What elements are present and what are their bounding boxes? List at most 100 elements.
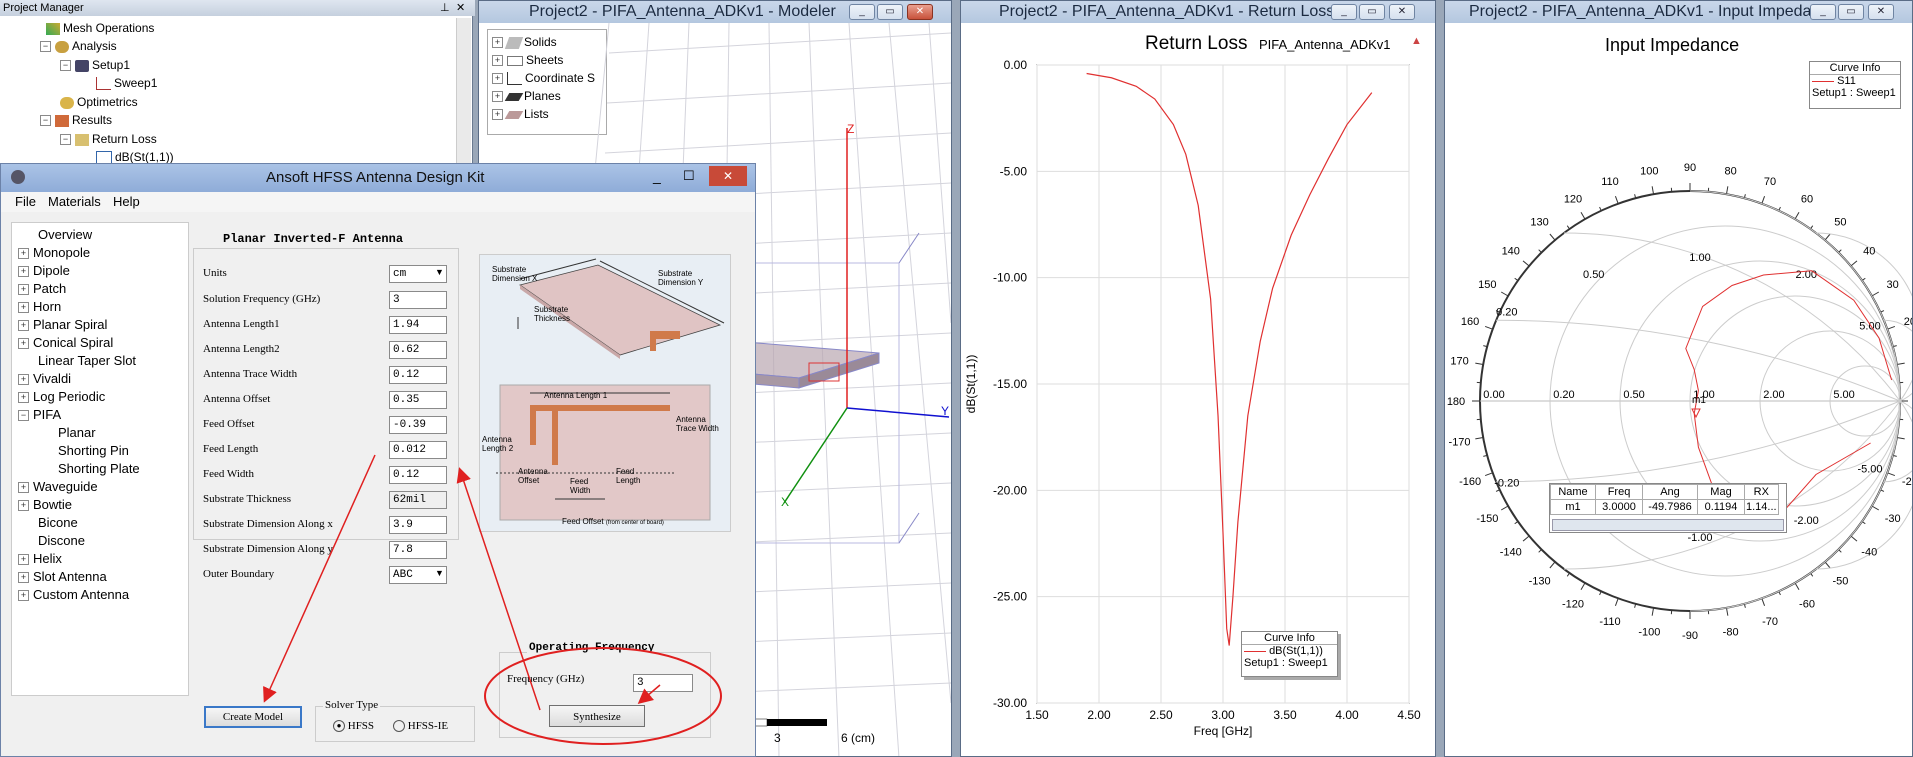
expand-icon[interactable]: + xyxy=(18,248,29,260)
param-input[interactable]: 0.35 xyxy=(389,391,447,409)
diagram-label-feed-width: Feed Width xyxy=(570,477,591,495)
marker-table[interactable]: Name Freq Ang Mag RX m1 3.0000 -49.7986 … xyxy=(1549,483,1787,533)
tree-item-mesh-operations[interactable]: Mesh Operations xyxy=(46,20,154,36)
nav-slot-antenna[interactable]: + Slot Antenna xyxy=(18,569,107,584)
tree-item-setup1[interactable]: − Setup1 xyxy=(60,57,130,73)
param-input[interactable]: 7.8 xyxy=(389,541,447,559)
x-axis-label: Freq [GHz] xyxy=(1194,724,1253,738)
close-button[interactable]: ✕ xyxy=(907,4,933,20)
nav-monopole[interactable]: + Monopole xyxy=(18,245,90,260)
expand-icon[interactable]: + xyxy=(18,284,29,296)
nav-waveguide[interactable]: + Waveguide xyxy=(18,479,98,494)
tree-item-return-loss[interactable]: − Return Loss xyxy=(60,131,157,147)
collapse-icon[interactable]: − xyxy=(60,134,71,146)
smith-tick xyxy=(1725,607,1729,616)
frequency-input[interactable]: 3 xyxy=(633,674,693,692)
expand-icon[interactable]: + xyxy=(18,302,29,314)
radio-selected-icon: ● xyxy=(333,720,345,733)
smith-angle-label: -110 xyxy=(1599,616,1620,628)
param-input[interactable]: 0.012 xyxy=(389,441,447,459)
tree-item-optimetrics[interactable]: Optimetrics xyxy=(60,94,138,110)
expand-icon[interactable]: + xyxy=(18,374,29,386)
tree-item-sweep1[interactable]: Sweep1 xyxy=(96,75,157,91)
collapse-icon[interactable]: − xyxy=(40,115,51,127)
return-loss-chart: 1.50 2.00 2.50 3.00 3.50 4.00 4.50 0.00 -5.00 -10… xyxy=(964,58,1421,738)
scale-bar xyxy=(767,719,827,726)
param-input[interactable]: 0.12 xyxy=(389,366,447,384)
param-input[interactable]: 62mil xyxy=(389,491,447,509)
expand-icon[interactable]: + xyxy=(18,590,29,602)
close-icon[interactable]: ✕ xyxy=(456,0,465,16)
expand-icon[interactable]: + xyxy=(18,320,29,332)
nav-dipole[interactable]: + Dipole xyxy=(18,263,70,278)
collapse-icon[interactable]: − xyxy=(40,41,51,53)
collapse-icon[interactable]: − xyxy=(60,60,71,72)
expand-icon[interactable]: + xyxy=(18,500,29,512)
solver-hfss-ie-radio[interactable]: HFSS-IE xyxy=(393,720,448,733)
nav-patch[interactable]: + Patch xyxy=(18,281,66,296)
maximize-button[interactable]: ▭ xyxy=(1359,4,1385,20)
close-button[interactable]: ✕ xyxy=(709,166,747,186)
synthesize-button[interactable]: Synthesize xyxy=(549,705,645,727)
expand-icon[interactable]: + xyxy=(18,554,29,566)
menu-materials[interactable]: Materials xyxy=(48,194,101,209)
param-input[interactable]: 3.9 xyxy=(389,516,447,534)
nav-horn[interactable]: + Horn xyxy=(18,299,61,314)
expand-icon[interactable]: + xyxy=(18,266,29,278)
smith-angle-label: 180 xyxy=(1447,396,1465,408)
param-input[interactable]: -0.39 xyxy=(389,416,447,434)
param-input[interactable]: 1.94 xyxy=(389,316,447,334)
nav-bicone[interactable]: Bicone xyxy=(38,515,78,530)
expand-icon[interactable]: + xyxy=(18,482,29,494)
minimize-button[interactable]: _ xyxy=(653,168,661,184)
create-model-button[interactable]: Create Model xyxy=(204,706,302,728)
nav-helix[interactable]: + Helix xyxy=(18,551,62,566)
minimize-button[interactable]: _ xyxy=(849,4,875,20)
chevron-down-icon[interactable]: ▼ xyxy=(435,568,444,578)
minimize-button[interactable]: _ xyxy=(1331,4,1357,20)
nav-custom-antenna[interactable]: + Custom Antenna xyxy=(18,587,129,602)
solver-hfss-radio[interactable]: ● HFSS xyxy=(333,720,374,733)
nav-planar[interactable]: Planar xyxy=(58,425,96,440)
nav-discone[interactable]: Discone xyxy=(38,533,85,548)
nav-conical-spiral[interactable]: + Conical Spiral xyxy=(18,335,113,350)
smith-tick xyxy=(1522,535,1530,542)
curve-info-box[interactable]: Curve Info dB(St(1,1)) Setup1 : Sweep1 xyxy=(1241,631,1338,677)
smith-angle-label: 130 xyxy=(1530,217,1548,229)
nav-linear-taper-slot[interactable]: Linear Taper Slot xyxy=(38,353,136,368)
expand-icon[interactable]: + xyxy=(18,572,29,584)
nav-shorting-plate[interactable]: Shorting Plate xyxy=(58,461,140,476)
param-input[interactable]: 3 xyxy=(389,291,447,309)
smith-tick xyxy=(1861,521,1866,525)
smith-tick xyxy=(1861,277,1866,281)
collapse-icon[interactable]: − xyxy=(18,410,29,422)
smith-tick xyxy=(1810,572,1814,577)
marker-header-freq: Freq xyxy=(1595,484,1643,500)
project-manager-scrollbar[interactable] xyxy=(456,18,471,168)
tree-item-analysis[interactable]: − Analysis xyxy=(40,38,117,54)
maximize-button[interactable]: ▭ xyxy=(877,4,903,20)
y-tick-label: -10.00 xyxy=(993,271,1027,285)
nav-overview[interactable]: Overview xyxy=(38,227,92,242)
marker-table-scrollbar[interactable] xyxy=(1552,519,1784,531)
chevron-down-icon[interactable]: ▼ xyxy=(435,267,444,277)
smith-angle-label: 90 xyxy=(1684,162,1696,174)
pin-icon[interactable]: ⊥ xyxy=(440,0,450,16)
nav-planar-spiral[interactable]: + Planar Spiral xyxy=(18,317,107,332)
tree-item-results[interactable]: − Results xyxy=(40,112,112,128)
nav-pifa[interactable]: − PIFA xyxy=(18,407,61,422)
nav-vivaldi[interactable]: + Vivaldi xyxy=(18,371,71,386)
param-input[interactable]: 0.62 xyxy=(389,341,447,359)
param-input[interactable]: 0.12 xyxy=(389,466,447,484)
smith-curve-info-box[interactable]: Curve Info S11 Setup1 : Sweep1 xyxy=(1809,61,1901,109)
nav-bowtie[interactable]: + Bowtie xyxy=(18,497,72,512)
nav-log-periodic[interactable]: + Log Periodic xyxy=(18,389,105,404)
param-label: Feed Offset xyxy=(203,418,255,430)
expand-icon[interactable]: + xyxy=(18,392,29,404)
nav-shorting-pin[interactable]: Shorting Pin xyxy=(58,443,129,458)
maximize-button[interactable]: ☐ xyxy=(683,168,695,184)
close-button[interactable]: ✕ xyxy=(1389,4,1415,20)
menu-file[interactable]: File xyxy=(15,194,36,209)
menu-help[interactable]: Help xyxy=(113,194,140,209)
expand-icon[interactable]: + xyxy=(18,338,29,350)
